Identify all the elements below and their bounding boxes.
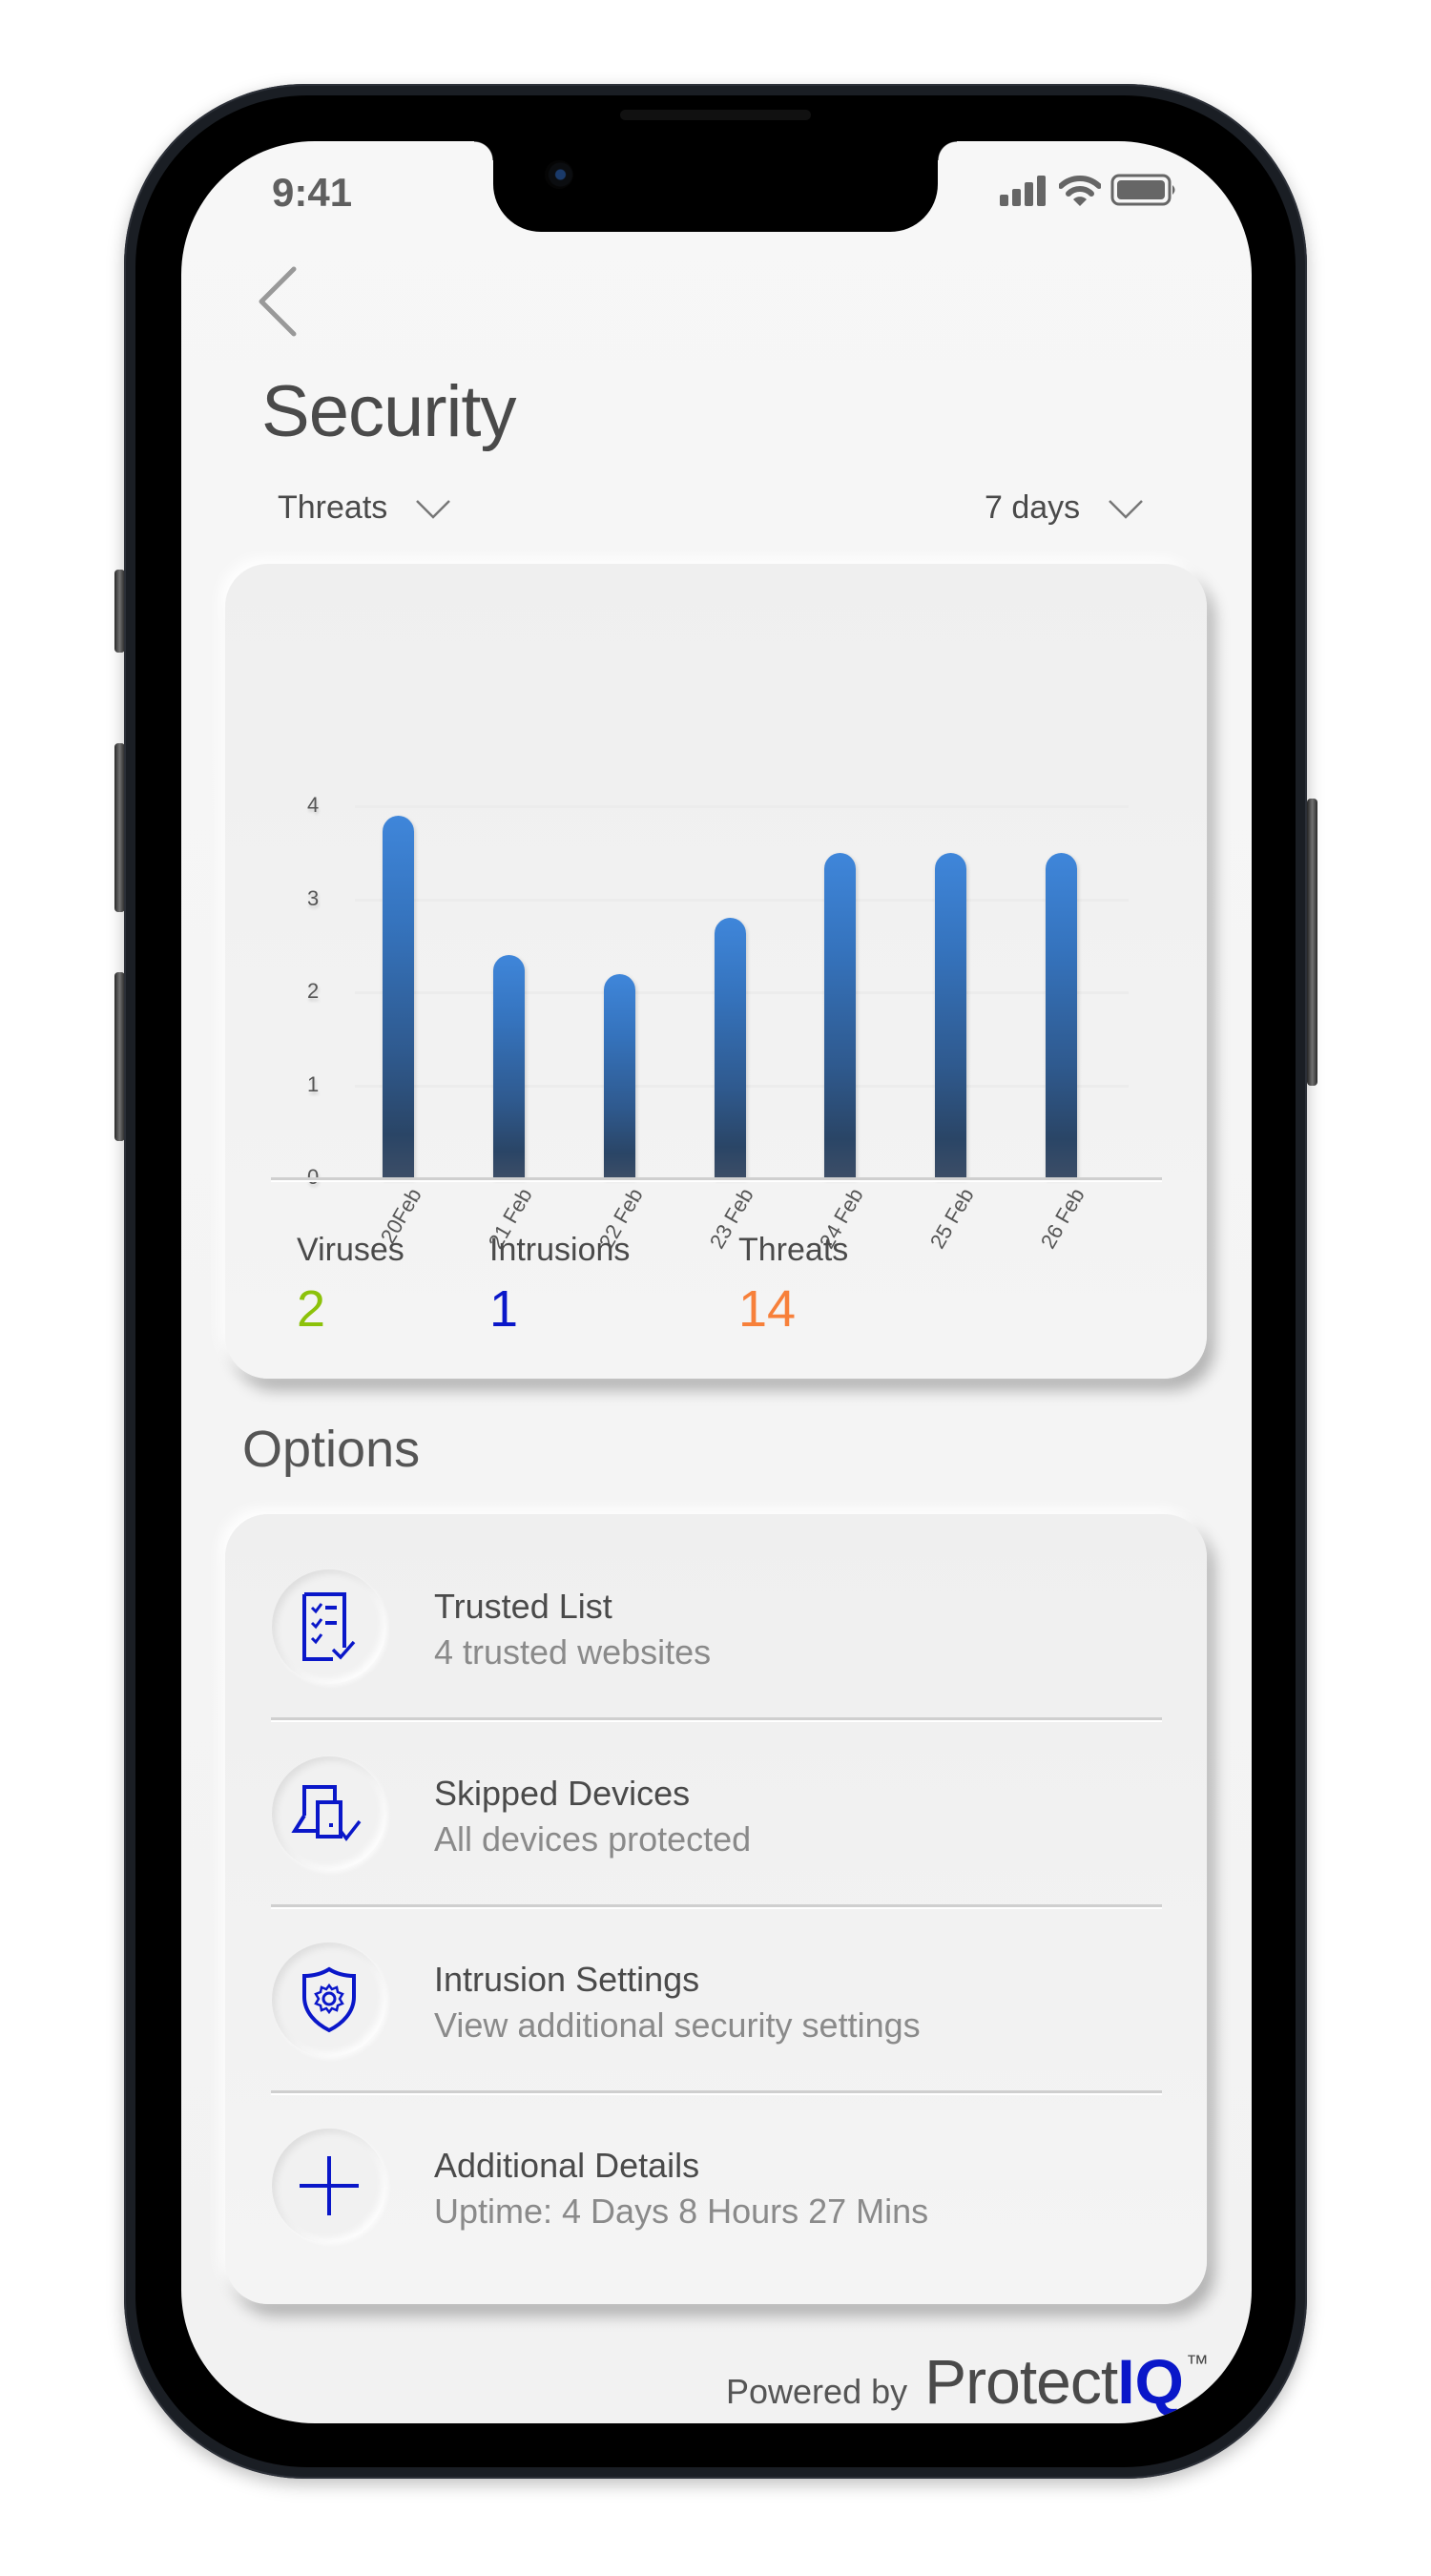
- power-button: [1307, 799, 1317, 1086]
- option-title: Trusted List: [434, 1587, 612, 1626]
- brand-logo-accent: IQ: [1117, 2346, 1184, 2417]
- stat-label-viruses: Viruses: [297, 1232, 404, 1268]
- chart-divider: [271, 1177, 1162, 1182]
- options-card: Trusted List 4 trusted websites Skipped De…: [225, 1514, 1207, 2304]
- bar-22-feb[interactable]: [603, 973, 635, 1178]
- range-dropdown[interactable]: 7 days: [985, 489, 1145, 527]
- trademark-symbol: ™: [1185, 2351, 1209, 2377]
- app-screen: 9:41 Security Threats 7 days 1 2 3 4 20F…: [181, 141, 1252, 2423]
- option-subtitle: 4 trusted websites: [434, 1632, 712, 1672]
- shield-gear-icon: [272, 1942, 386, 2057]
- threats-chart-card: 0123420Feb21 Feb22 Feb23 Feb24 Feb25 Feb…: [225, 564, 1207, 1379]
- chevron-down-icon: [416, 499, 451, 519]
- bar-21-feb[interactable]: [492, 955, 525, 1178]
- cellular-signal-icon: [1000, 176, 1046, 206]
- chevron-down-icon: [1109, 499, 1144, 519]
- page-title: Security: [261, 371, 517, 452]
- y-tick-label: 3: [307, 885, 320, 910]
- devices-check-icon: [272, 1756, 386, 1871]
- stat-value-viruses: 2: [297, 1280, 326, 1338]
- bar-25-feb[interactable]: [935, 852, 967, 1178]
- y-tick-label: 1: [307, 1071, 320, 1096]
- notch: [474, 141, 957, 232]
- metric-dropdown[interactable]: Threats: [278, 489, 452, 527]
- checklist-icon: [272, 1569, 386, 1684]
- bar-26-feb[interactable]: [1046, 852, 1078, 1178]
- stat-label-threats: Threats: [738, 1232, 849, 1268]
- option-title: Skipped Devices: [434, 1774, 691, 1813]
- y-tick-label: 2: [307, 979, 320, 1003]
- y-tick-label: 4: [307, 793, 320, 817]
- option-title: Additional Details: [434, 2146, 700, 2185]
- x-tick-label: 25 Feb: [924, 1184, 979, 1253]
- gridline: [355, 898, 1129, 902]
- stat-value-threats: 14: [738, 1280, 797, 1338]
- brand-logo-text: Protect: [924, 2346, 1118, 2417]
- metric-dropdown-value: Threats: [278, 489, 388, 526]
- status-icons: [1000, 174, 1179, 208]
- stat-label-intrusions: Intrusions: [489, 1232, 631, 1268]
- bar-20feb[interactable]: [382, 815, 414, 1178]
- battery-icon: [1110, 174, 1175, 206]
- speaker-grille: [620, 110, 811, 120]
- x-tick-label: 26 Feb: [1035, 1184, 1089, 1253]
- option-subtitle: All devices protected: [434, 1819, 752, 1859]
- option-title: Intrusion Settings: [434, 1960, 700, 1999]
- option-skipped-devices[interactable]: Skipped Devices All devices protected: [225, 1720, 1207, 1907]
- stat-value-intrusions: 1: [489, 1280, 519, 1338]
- options-heading: Options: [242, 1421, 421, 1478]
- powered-by-label: Powered by: [726, 2372, 908, 2411]
- option-trusted-list[interactable]: Trusted List 4 trusted websites: [225, 1533, 1207, 1720]
- back-button[interactable]: [248, 263, 305, 340]
- option-additional-details[interactable]: Additional Details Uptime: 4 Days 8 Hours…: [225, 2092, 1207, 2279]
- chevron-left-icon: [259, 266, 297, 337]
- option-intrusion-settings[interactable]: Intrusion Settings View additional securi…: [225, 1906, 1207, 2093]
- front-camera: [545, 160, 573, 189]
- bar-24-feb[interactable]: [824, 852, 857, 1178]
- option-subtitle: View additional security settings: [434, 2005, 921, 2045]
- option-subtitle: Uptime: 4 Days 8 Hours 27 Mins: [434, 2192, 929, 2231]
- status-time: 9:41: [272, 170, 353, 215]
- plus-icon: [272, 2129, 386, 2243]
- powered-by-footer: Powered by Protect IQ ™: [726, 2345, 1209, 2418]
- gridline: [355, 805, 1129, 808]
- range-dropdown-value: 7 days: [985, 489, 1081, 526]
- bar-chart: 0123420Feb21 Feb22 Feb23 Feb24 Feb25 Feb…: [225, 564, 1207, 1253]
- bar-23-feb[interactable]: [714, 918, 746, 1178]
- wifi-icon: [1059, 176, 1101, 206]
